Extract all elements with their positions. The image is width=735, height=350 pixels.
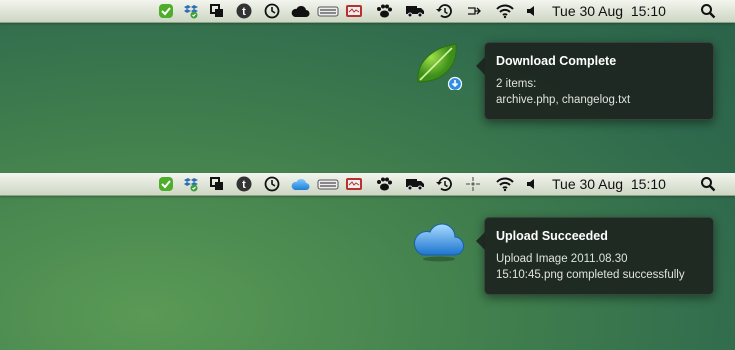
notification-download-complete[interactable]: Download Complete 2 items: archive.php, … <box>476 42 714 120</box>
clock-text: Tue 30 Aug 15:10 <box>552 176 666 192</box>
menu-clock[interactable]: Tue 30 Aug 15:10 <box>552 173 692 195</box>
cloud-blue-icon[interactable] <box>288 173 312 195</box>
spotlight-search-icon[interactable] <box>697 0 719 22</box>
tumblr-icon[interactable]: t <box>234 173 254 195</box>
copy-clipboard-icon[interactable] <box>207 0 227 22</box>
paw-icon[interactable] <box>373 0 395 22</box>
cloud-black-icon[interactable] <box>288 0 312 22</box>
delivery-truck-icon[interactable] <box>404 0 426 22</box>
svg-text:t: t <box>242 179 246 191</box>
dropbox-sync-icon[interactable] <box>180 0 200 22</box>
copy-clipboard-icon[interactable] <box>207 173 227 195</box>
delivery-truck-icon[interactable] <box>404 173 426 195</box>
tumblr-icon[interactable]: t <box>234 0 254 22</box>
activity-monitor-icon[interactable] <box>344 0 364 22</box>
menu-bar: t Tue 30 Aug 15:10 <box>0 0 735 23</box>
sparkle-activity-icon[interactable] <box>462 173 484 195</box>
evernote-green-icon[interactable] <box>156 0 176 22</box>
volume-icon[interactable] <box>522 173 542 195</box>
notification-title: Download Complete <box>496 54 617 68</box>
keyboard-icon[interactable] <box>316 173 340 195</box>
notification-title: Upload Succeeded <box>496 229 608 243</box>
time-machine-icon[interactable] <box>433 173 455 195</box>
notification-line-2: archive.php, changelog.txt <box>496 94 631 106</box>
evernote-green-icon[interactable] <box>156 173 176 195</box>
menu-bar: t Tue 30 Aug 15:10 <box>0 173 735 196</box>
keyboard-icon[interactable] <box>316 0 340 22</box>
notification-line-1: 2 items: <box>496 78 537 90</box>
menu-clock[interactable]: Tue 30 Aug 15:10 <box>552 0 692 22</box>
svg-text:t: t <box>242 6 246 18</box>
notification-line-1: Upload Image 2011.08.30 <box>496 253 628 265</box>
leaf-download-icon <box>414 42 464 95</box>
spotlight-search-icon[interactable] <box>697 173 719 195</box>
screen-upload-succeeded: t Tue 30 Aug 15:10 Upload Succeeded Uplo… <box>0 173 735 350</box>
clock-text: Tue 30 Aug 15:10 <box>552 3 666 19</box>
cloud-app-icon <box>413 217 465 268</box>
activity-monitor-icon[interactable] <box>344 173 364 195</box>
clock-icon[interactable] <box>262 173 282 195</box>
time-machine-icon[interactable] <box>433 0 455 22</box>
paw-icon[interactable] <box>373 173 395 195</box>
volume-icon[interactable] <box>522 0 542 22</box>
screen-download-complete: t Tue 30 Aug 15:10 Download Complete 2 i… <box>0 0 735 170</box>
dropbox-sync-icon[interactable] <box>180 173 200 195</box>
notification-line-2: 15:10:45.png completed successfully <box>496 269 685 281</box>
wifi-icon[interactable] <box>493 0 517 22</box>
wifi-icon[interactable] <box>493 173 517 195</box>
clock-icon[interactable] <box>262 0 282 22</box>
notification-upload-succeeded[interactable]: Upload Succeeded Upload Image 2011.08.30… <box>476 217 714 295</box>
magnet-arrow-icon[interactable] <box>462 0 484 22</box>
